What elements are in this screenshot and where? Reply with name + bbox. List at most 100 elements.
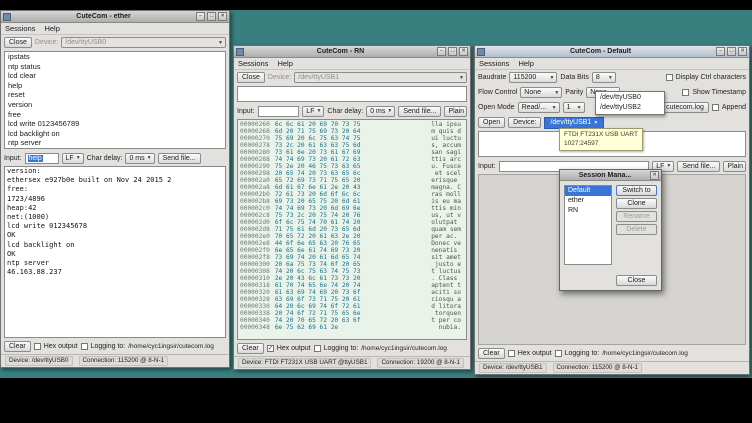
menu-help[interactable]: Help: [518, 59, 533, 68]
line-end-combo[interactable]: LF ▼: [302, 106, 324, 117]
display-mode-combo[interactable]: Plain: [444, 106, 467, 117]
logging-checkbox[interactable]: [314, 345, 321, 352]
session-list[interactable]: DefaultetherRN: [564, 185, 612, 265]
session-item[interactable]: ether: [565, 196, 611, 206]
display-mode-combo[interactable]: Plain: [723, 161, 746, 172]
menu-help[interactable]: Help: [277, 59, 292, 68]
command-history-list[interactable]: ipstatsntp statuslcd clearhelpresetversi…: [4, 51, 226, 149]
data-bits-combo[interactable]: 8 ▼: [592, 72, 616, 83]
session-item[interactable]: RN: [565, 206, 611, 216]
history-item[interactable]: reset: [5, 90, 225, 100]
hex-output-checkbox[interactable]: [34, 343, 41, 350]
history-item[interactable]: ipstats: [5, 52, 225, 62]
tooltip-device-id: 1027:24597: [564, 140, 638, 149]
maximize-button[interactable]: □: [207, 12, 216, 21]
history-item[interactable]: ntp server: [5, 138, 225, 148]
history-item[interactable]: lcd write 0123456789: [5, 119, 225, 129]
output-line: lcd backlight on: [5, 241, 225, 250]
clone-button[interactable]: Clone: [616, 198, 657, 209]
menu-sessions[interactable]: Sessions: [238, 59, 268, 68]
append-checkbox[interactable]: [712, 104, 719, 111]
char-delay-spinner[interactable]: 0 ms ▼: [125, 153, 154, 164]
titlebar[interactable]: CuteCom - ether – □ ✕: [1, 11, 229, 23]
send-file-button[interactable]: Send file...: [677, 161, 720, 172]
clear-button[interactable]: Clear: [478, 348, 505, 359]
input-label: Input:: [237, 108, 255, 115]
flow-control-combo[interactable]: None ▼: [520, 87, 562, 98]
dialog-close-window-button[interactable]: ✕: [650, 171, 659, 180]
chevron-down-icon: ▼: [593, 120, 598, 126]
open-mode-combo[interactable]: Read/... ▼: [518, 102, 560, 113]
logging-path[interactable]: /home/cyc1ingsir/cutecom.log: [128, 343, 214, 350]
titlebar[interactable]: CuteCom - RN – □ ✕: [234, 46, 470, 58]
device-label-button[interactable]: Device:: [508, 117, 541, 128]
input-field[interactable]: [258, 106, 300, 117]
hex-line: 000002a065 72 69 73 71 75 65 20erisque: [240, 177, 461, 184]
dialog-titlebar[interactable]: Session Mana... ✕: [560, 170, 661, 181]
show-timestamp-checkbox[interactable]: [682, 89, 689, 96]
logging-path[interactable]: /home/cyc1ingsir/cutecom.log: [361, 345, 447, 352]
spacer: [616, 237, 657, 273]
logging-checkbox[interactable]: [555, 350, 562, 357]
minimize-button[interactable]: –: [716, 47, 725, 56]
clear-button[interactable]: Clear: [4, 341, 31, 352]
device-combo[interactable]: /dev/ttyUSB1 ▼: [294, 72, 467, 83]
hex-line: 0000028073 61 6e 20 73 61 67 69san sagi: [240, 149, 461, 156]
menu-sessions[interactable]: Sessions: [5, 24, 35, 33]
hex-output-checkbox[interactable]: [267, 345, 274, 352]
app-icon: [477, 48, 485, 56]
hex-line: 0000030020 6a 75 73 74 6f 20 65 justo e: [240, 261, 461, 268]
line-end-combo[interactable]: LF ▼: [62, 153, 84, 164]
menu-sessions[interactable]: Sessions: [479, 59, 509, 68]
hex-output-checkbox[interactable]: [508, 350, 515, 357]
send-file-button[interactable]: Send file...: [158, 153, 201, 164]
hex-output-area[interactable]: 000002606c 6c 61 20 69 70 73 75lla ipsu0…: [237, 119, 467, 340]
baudrate-combo[interactable]: 115200 ▼: [509, 72, 557, 83]
char-delay-spinner[interactable]: 0 ms ▼: [366, 106, 395, 117]
open-connection-button[interactable]: Open: [478, 117, 505, 128]
maximize-button[interactable]: □: [727, 47, 736, 56]
output-line: net:(1000): [5, 213, 225, 222]
close-window-button[interactable]: ✕: [459, 47, 468, 56]
close-dialog-button[interactable]: Close: [616, 275, 657, 286]
titlebar[interactable]: CuteCom - Default – □ ✕: [475, 46, 749, 58]
logging-checkbox[interactable]: [81, 343, 88, 350]
dropdown-item[interactable]: /dev/ttyUSB0: [596, 93, 664, 103]
hex-output-label: Hex output: [518, 350, 552, 357]
close-window-button[interactable]: ✕: [738, 47, 747, 56]
close-connection-button[interactable]: Close: [237, 72, 265, 83]
menu-help[interactable]: Help: [44, 24, 59, 33]
history-item[interactable]: free: [5, 110, 225, 120]
input-field[interactable]: help: [25, 153, 59, 164]
window-title: CuteCom - ether: [13, 13, 194, 20]
history-item[interactable]: ntp status: [5, 62, 225, 72]
session-item[interactable]: Default: [565, 186, 611, 196]
command-history-list[interactable]: [237, 86, 467, 102]
device-combo-selected[interactable]: /dev/ttyUSB1 ▼: [544, 117, 604, 129]
hex-line: 000003486e 75 62 69 61 2enubia.: [240, 324, 461, 331]
history-item[interactable]: help: [5, 81, 225, 91]
device-combo[interactable]: /dev/ttyUSB0 ▼: [61, 37, 226, 48]
logging-path[interactable]: /home/cyc1ingsir/cutecom.log: [602, 350, 688, 357]
chevron-down-icon: ▼: [552, 105, 557, 111]
hex-line: 0000029075 2e 20 46 75 73 63 65u. Fusce: [240, 163, 461, 170]
minimize-button[interactable]: –: [196, 12, 205, 21]
output-area[interactable]: version:ethersex e927b0e built on Nov 24…: [4, 166, 226, 338]
dropdown-item[interactable]: /dev/ttyUSB2: [596, 103, 664, 113]
close-connection-button[interactable]: Close: [4, 37, 32, 48]
history-item[interactable]: lcd clear: [5, 71, 225, 81]
send-file-button[interactable]: Send file...: [398, 106, 441, 117]
device-label: Device:: [268, 74, 291, 81]
clear-button[interactable]: Clear: [237, 343, 264, 354]
history-item[interactable]: version: [5, 100, 225, 110]
display-ctrl-checkbox[interactable]: [666, 74, 673, 81]
screen: CuteCom - ether – □ ✕ Sessions Help Clos…: [0, 0, 752, 423]
close-window-button[interactable]: ✕: [218, 12, 227, 21]
char-delay-label: Char delay:: [327, 108, 363, 115]
history-item[interactable]: lcd backlight on: [5, 129, 225, 139]
stop-bits-combo[interactable]: 1 ▼: [563, 102, 585, 113]
minimize-button[interactable]: –: [437, 47, 446, 56]
logfile-button[interactable]: cutecom.log: [661, 102, 709, 113]
switch-to-button[interactable]: Switch to: [616, 185, 657, 196]
maximize-button[interactable]: □: [448, 47, 457, 56]
